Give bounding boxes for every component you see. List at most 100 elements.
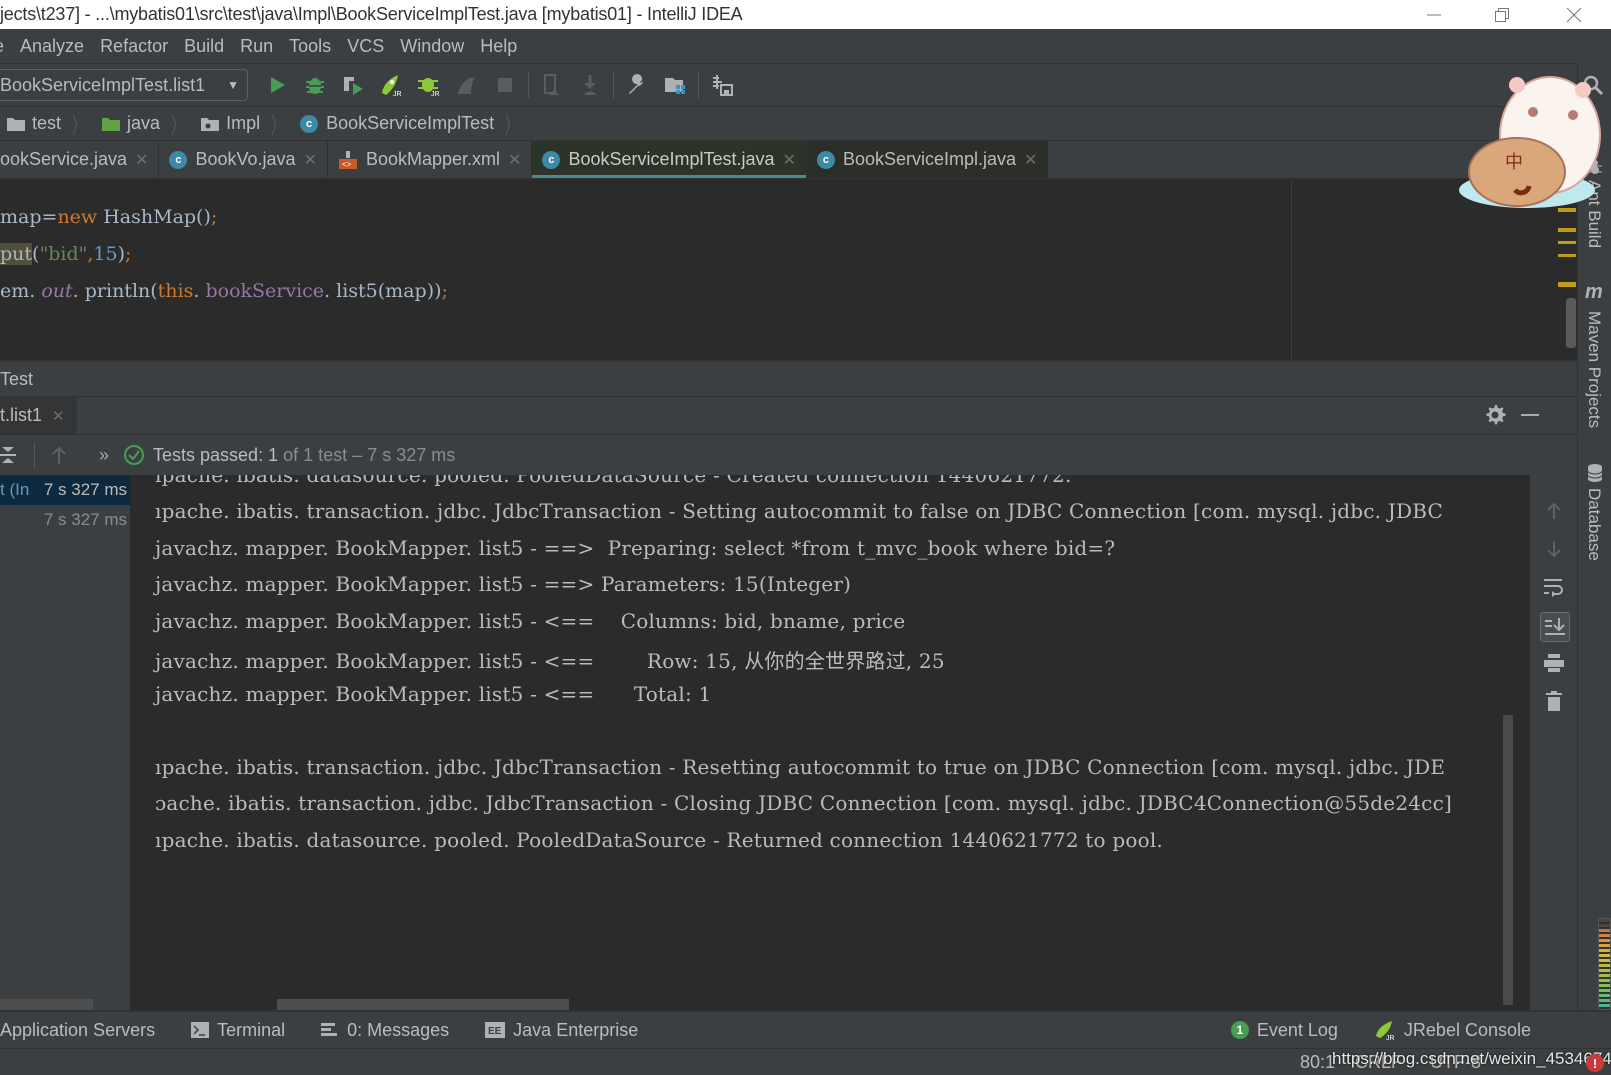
scroll-to-end-icon bbox=[1545, 618, 1565, 635]
menu-bar: e Analyze Refactor Build Run Tools VCS W… bbox=[0, 29, 1611, 63]
settings-button[interactable] bbox=[618, 68, 656, 102]
menu-window[interactable]: Window bbox=[392, 36, 472, 57]
console-vertical-scrollbar[interactable] bbox=[1503, 715, 1513, 1005]
terminal-tool-button[interactable]: Terminal bbox=[191, 1020, 285, 1041]
scroll-up-button[interactable] bbox=[1542, 499, 1566, 523]
sdk-manager-icon bbox=[713, 75, 733, 96]
warning-marker[interactable] bbox=[1558, 228, 1576, 232]
console-horizontal-scrollbar[interactable] bbox=[277, 999, 569, 1010]
main-toolbar: BookServiceImplTest.list1 ▼ JR JR bbox=[0, 63, 1611, 107]
close-tab-icon[interactable]: ✕ bbox=[1024, 150, 1037, 170]
warning-marker[interactable] bbox=[1558, 254, 1576, 257]
jrebel-console-tool-button[interactable]: JR JRebel Console bbox=[1374, 1020, 1531, 1041]
breadcrumb: test 〉 java 〉 Impl 〉 c BookServiceImplTe… bbox=[0, 107, 1611, 141]
scroll-to-end-button[interactable] bbox=[1540, 612, 1570, 642]
tab-bookserviceimpl[interactable]: c BookServiceImpl.java ✕ bbox=[806, 141, 1049, 178]
coverage-button[interactable] bbox=[334, 68, 372, 102]
download-device-button[interactable] bbox=[571, 68, 609, 102]
tab-bookmapper-xml[interactable]: <> BookMapper.xml ✕ bbox=[328, 141, 533, 178]
minimize-icon bbox=[1427, 14, 1441, 15]
folder-icon bbox=[7, 117, 25, 131]
more-icon[interactable]: » bbox=[99, 445, 109, 466]
console-line: ıpache. ibatis. transaction. jdbc. JdbcT… bbox=[155, 755, 1446, 779]
tree-scrollbar[interactable] bbox=[0, 999, 93, 1010]
application-servers-tool-button[interactable]: Application Servers bbox=[0, 1020, 155, 1041]
messages-tool-button[interactable]: 0: Messages bbox=[321, 1020, 449, 1041]
console-line: javachz. mapper. BookMapper. list5 - <==… bbox=[155, 609, 906, 633]
debug-icon bbox=[306, 78, 324, 94]
soft-wrap-button[interactable] bbox=[1542, 575, 1566, 599]
test-tree-row[interactable]: 7 s 327 ms bbox=[0, 505, 130, 535]
previous-failed-icon[interactable] bbox=[49, 444, 69, 466]
code-line: put("bid",15); bbox=[0, 243, 132, 265]
menu-tools[interactable]: Tools bbox=[281, 36, 339, 57]
breadcrumb-item-impl[interactable]: Impl 〉 bbox=[194, 107, 294, 140]
wrench-icon bbox=[629, 74, 643, 94]
console-line: ıpache. ibatis. transaction. jdbc. JdbcT… bbox=[155, 499, 1443, 523]
class-icon: c bbox=[169, 150, 188, 169]
console-output[interactable]: ıpache. ibatis. datasource. pooled. Pool… bbox=[130, 475, 1540, 1010]
close-tab-icon[interactable]: ✕ bbox=[52, 407, 65, 425]
code-editor[interactable]: map=new HashMap(); put("bid",15); em. ou… bbox=[0, 180, 1291, 360]
profile-button[interactable] bbox=[448, 68, 486, 102]
test-tree-row[interactable]: t (In 7 s 327 ms bbox=[0, 475, 130, 505]
java-enterprise-tool-button[interactable]: EE Java Enterprise bbox=[485, 1020, 638, 1041]
maven-projects-tool-button[interactable]: Maven Projects bbox=[1584, 311, 1604, 428]
breadcrumb-item-test[interactable]: test 〉 bbox=[0, 107, 95, 140]
console-line: javachz. mapper. BookMapper. list5 - <==… bbox=[155, 682, 712, 706]
database-tool-button[interactable]: Database bbox=[1584, 488, 1604, 561]
run-configuration-select[interactable]: BookServiceImplTest.list1 ▼ bbox=[0, 69, 248, 101]
editor-tabs: ookService.java ✕ c BookVo.java ✕ <> Boo… bbox=[0, 141, 1611, 179]
jrebel-debug-icon: JR bbox=[418, 78, 440, 97]
gear-icon[interactable] bbox=[1483, 403, 1507, 427]
error-indicator[interactable]: ! bbox=[1586, 1054, 1604, 1072]
print-button[interactable] bbox=[1542, 651, 1566, 675]
clear-all-button[interactable] bbox=[1542, 689, 1566, 713]
tab-bookvo[interactable]: c BookVo.java ✕ bbox=[159, 141, 328, 178]
stop-icon bbox=[498, 78, 512, 92]
tab-bookserviceimpltest[interactable]: c BookServiceImplTest.java ✕ bbox=[532, 141, 807, 178]
warning-marker[interactable] bbox=[1558, 241, 1576, 244]
project-structure-button[interactable] bbox=[656, 68, 694, 102]
close-tab-icon[interactable]: ✕ bbox=[508, 150, 521, 170]
run-button[interactable] bbox=[258, 68, 296, 102]
menu-refactor[interactable]: Refactor bbox=[92, 36, 176, 57]
hide-panel-button[interactable] bbox=[1521, 414, 1539, 416]
breadcrumb-item-java[interactable]: java 〉 bbox=[95, 107, 194, 140]
class-icon: c bbox=[816, 150, 835, 169]
close-tab-icon[interactable]: ✕ bbox=[304, 150, 317, 170]
tab-bookservice[interactable]: ookService.java ✕ bbox=[0, 141, 160, 178]
console-line: ıpache. ibatis. datasource. pooled. Pool… bbox=[155, 828, 1163, 852]
run-tab[interactable]: t.list1 ✕ bbox=[0, 397, 77, 434]
menu-build[interactable]: Build bbox=[176, 36, 232, 57]
package-icon bbox=[201, 117, 220, 131]
warning-marker[interactable] bbox=[1558, 282, 1576, 287]
event-log-tool-button[interactable]: 1 Event Log bbox=[1230, 1020, 1338, 1041]
attach-device-button[interactable] bbox=[533, 68, 571, 102]
caret-position[interactable]: 80:1 bbox=[1300, 1052, 1335, 1073]
close-tab-icon[interactable]: ✕ bbox=[783, 150, 796, 170]
status-bar: 80:1 CRLF UTF-8 https://blog.csdn.net/we… bbox=[0, 1048, 1611, 1075]
restore-button[interactable] bbox=[1468, 0, 1536, 29]
menu-run[interactable]: Run bbox=[232, 36, 281, 57]
menu-vcs[interactable]: VCS bbox=[339, 36, 392, 57]
breadcrumb-separator: 〉 bbox=[271, 112, 283, 138]
collapse-all-icon[interactable] bbox=[0, 444, 20, 466]
minimize-button[interactable] bbox=[1400, 0, 1468, 29]
download-device-icon bbox=[584, 75, 597, 95]
jrebel-run-button[interactable]: JR bbox=[372, 68, 410, 102]
menu-file[interactable]: e bbox=[0, 36, 12, 57]
close-button[interactable] bbox=[1540, 0, 1608, 29]
maven-icon: m bbox=[1585, 281, 1603, 303]
scroll-down-button[interactable] bbox=[1542, 537, 1566, 561]
debug-button[interactable] bbox=[296, 68, 334, 102]
menu-help[interactable]: Help bbox=[472, 36, 525, 57]
memory-indicator[interactable] bbox=[1598, 918, 1611, 1010]
stop-button[interactable] bbox=[486, 68, 524, 102]
editor-scrollbar[interactable] bbox=[1566, 298, 1576, 348]
jrebel-debug-button[interactable]: JR bbox=[410, 68, 448, 102]
close-tab-icon[interactable]: ✕ bbox=[135, 150, 148, 170]
menu-analyze[interactable]: Analyze bbox=[12, 36, 92, 57]
sdk-manager-button[interactable] bbox=[703, 68, 741, 102]
breadcrumb-item-class[interactable]: c BookServiceImplTest 〉 bbox=[294, 107, 528, 140]
